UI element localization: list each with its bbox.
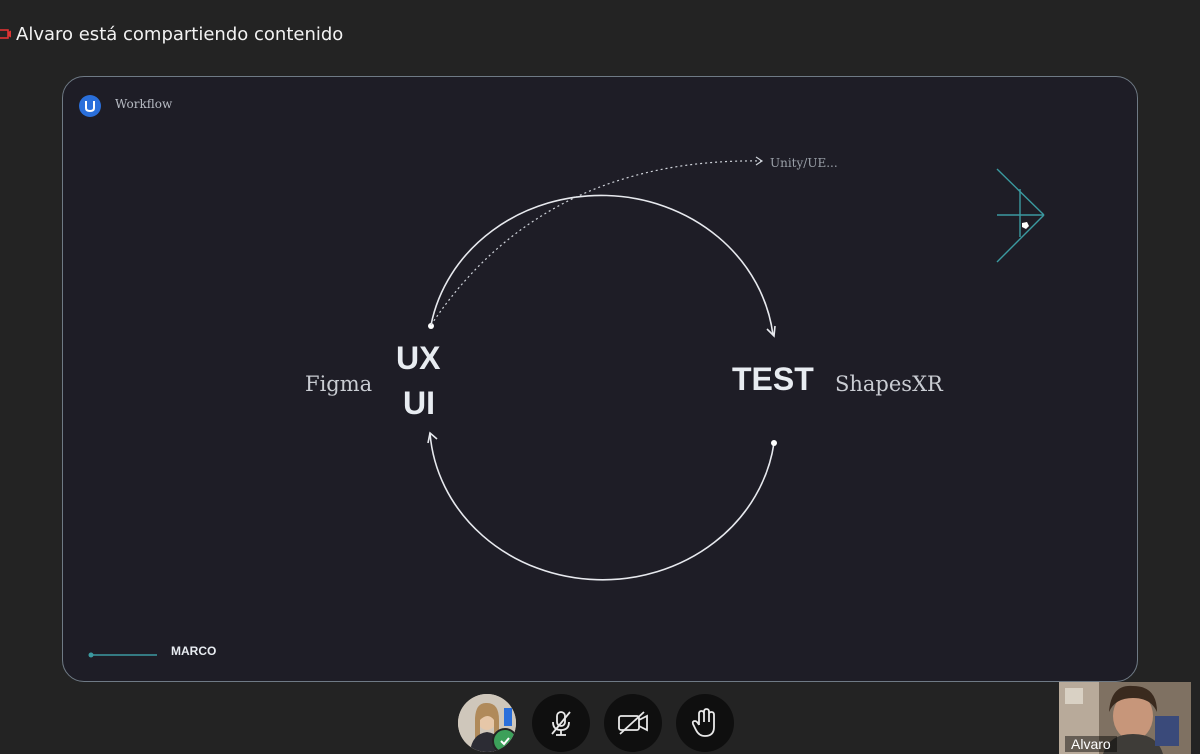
label-ui: UI — [403, 385, 435, 421]
mute-microphone-button[interactable] — [532, 694, 590, 752]
self-view-video[interactable]: Alvaro — [1059, 682, 1191, 754]
corner-decoration — [996, 168, 1045, 263]
arc-top-arrowhead — [766, 325, 776, 338]
label-figma: Figma — [305, 372, 373, 396]
self-view-name: Alvaro — [1065, 736, 1117, 752]
camera-toggle-button[interactable] — [604, 694, 662, 752]
share-banner-text: Alvaro está compartiendo contenido — [16, 23, 344, 45]
camera-off-icon — [618, 711, 648, 735]
unity-dashed-arc — [430, 160, 764, 326]
raise-hand-button[interactable] — [676, 694, 734, 752]
arc-top — [430, 194, 774, 336]
marco-line-dot — [88, 652, 94, 658]
participant-avatar-button[interactable] — [458, 694, 516, 752]
label-unity: Unity/UE... — [770, 156, 838, 170]
share-banner: Alvaro está compartiendo contenido — [0, 20, 343, 48]
call-controls — [0, 690, 1200, 754]
cursor-icon — [1022, 222, 1029, 229]
arc-bottom-arrowhead — [427, 431, 438, 444]
label-shapesxr: ShapesXR — [835, 372, 943, 396]
connected-check-icon — [492, 728, 516, 752]
test-node-dot — [771, 440, 777, 446]
camera-icon — [0, 29, 11, 39]
arc-bottom — [429, 432, 775, 581]
workflow-diagram — [88, 156, 1045, 658]
label-ux: UX — [396, 340, 441, 376]
hand-icon — [691, 708, 715, 737]
label-test: TEST — [732, 361, 814, 397]
ux-node-dot — [428, 323, 434, 329]
label-marco: MARCO — [171, 644, 217, 658]
shared-slide: Workflow Figma UX UI TEST ShapesXR Unity… — [62, 76, 1138, 682]
mic-off-icon — [551, 711, 571, 736]
